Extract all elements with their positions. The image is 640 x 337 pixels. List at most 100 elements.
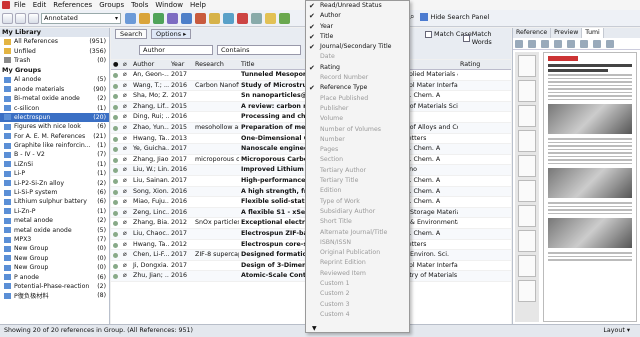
page-thumbnail[interactable]: [518, 255, 536, 277]
attachment-icon[interactable]: ⌀: [121, 144, 131, 154]
read-status-dot-icon[interactable]: [111, 144, 121, 154]
online-search-icon[interactable]: [15, 12, 26, 24]
group-item[interactable]: Li-Zn-P (1): [0, 207, 109, 216]
attachment-icon[interactable]: ⌀: [121, 102, 131, 112]
menu-edit[interactable]: Edit: [33, 1, 47, 9]
pdf-thumbnails[interactable]: [515, 52, 539, 322]
page-thumbnail[interactable]: [518, 205, 536, 227]
group-item[interactable]: MPX3 (7): [0, 235, 109, 244]
insert-citation-word-icon[interactable]: [223, 12, 234, 24]
column-option[interactable]: ✔ Author: [306, 11, 409, 21]
read-status-dot-icon[interactable]: [111, 165, 121, 175]
menu-file[interactable]: File: [14, 1, 26, 9]
group-item[interactable]: metal oxide anode (5): [0, 225, 109, 234]
read-status-dot-icon[interactable]: [111, 197, 121, 207]
group-item[interactable]: B - IV - V2 (7): [0, 150, 109, 159]
column-header-rating[interactable]: Rating: [458, 60, 488, 69]
format-bibliography-icon[interactable]: [139, 12, 150, 24]
group-item[interactable]: Bi-metal oxide anode (2): [0, 94, 109, 103]
zoom-icon[interactable]: [606, 39, 614, 48]
attachment-icon[interactable]: ⌀: [121, 70, 131, 80]
attachment-icon[interactable]: ⌀: [121, 112, 131, 122]
group-item[interactable]: New Group (0): [0, 263, 109, 272]
menu-window[interactable]: Window: [155, 1, 183, 9]
page-thumbnail[interactable]: [518, 80, 536, 102]
search-button[interactable]: Search: [115, 29, 148, 39]
email-icon[interactable]: [554, 39, 562, 48]
output-style-select[interactable]: Annotated: [41, 12, 121, 24]
tab-preview[interactable]: Preview: [551, 28, 583, 38]
group-item[interactable]: New Group (0): [0, 254, 109, 263]
attachment-icon[interactable]: ⌀: [121, 197, 131, 207]
column-option[interactable]: ✔ Rating: [306, 63, 409, 73]
group-item[interactable]: anode materials (90): [0, 85, 109, 94]
prev-page-icon[interactable]: [567, 39, 575, 48]
attachment-icon[interactable]: ⌀: [121, 134, 131, 144]
group-item[interactable]: Li-P (1): [0, 169, 109, 178]
open-link-icon[interactable]: [195, 12, 206, 24]
column-option[interactable]: ✔ Year: [306, 22, 409, 32]
match-words-checkbox[interactable]: Match Words: [463, 30, 511, 46]
library-item[interactable]: Unfiled (356): [0, 46, 109, 55]
read-status-dot-icon[interactable]: [111, 229, 121, 239]
save-pdf-icon[interactable]: [528, 39, 536, 48]
attachment-icon[interactable]: ⌀: [121, 208, 131, 218]
layout-button[interactable]: Layout ▾: [603, 325, 630, 337]
page-thumbnail[interactable]: [518, 280, 536, 302]
read-status-dot-icon[interactable]: [111, 176, 121, 186]
group-item[interactable]: Figures with nice look (6): [0, 122, 109, 131]
group-item[interactable]: Potential-Phase-reaction (2): [0, 282, 109, 291]
search-icon[interactable]: ⌕: [410, 12, 414, 22]
attachment-icon[interactable]: ⌀: [121, 91, 131, 101]
attachment-icon[interactable]: ⌀: [121, 155, 131, 165]
group-item[interactable]: metal anode (2): [0, 216, 109, 225]
page-thumbnail[interactable]: [518, 55, 536, 77]
attachment-icon[interactable]: ⌀: [121, 250, 131, 260]
integrated-library-icon[interactable]: [28, 12, 39, 24]
read-status-dot-icon[interactable]: [111, 218, 121, 228]
group-item[interactable]: For A. E. M. References (21): [0, 132, 109, 141]
insert-citation-icon[interactable]: [125, 12, 136, 24]
attachment-column-icon[interactable]: ⌀: [121, 60, 131, 69]
read-status-dot-icon[interactable]: [111, 134, 121, 144]
read-status-dot-icon[interactable]: [111, 91, 121, 101]
column-option[interactable]: ✔ Read/Unread Status: [306, 1, 409, 11]
attachment-icon[interactable]: ⌀: [121, 81, 131, 91]
attachment-icon[interactable]: ⌀: [121, 240, 131, 250]
attachment-icon[interactable]: ⌀: [121, 176, 131, 186]
attachment-icon[interactable]: ⌀: [121, 229, 131, 239]
search-operator-select[interactable]: Contains: [217, 45, 301, 55]
group-item[interactable]: Li-P2-Si-Zn alloy (2): [0, 178, 109, 187]
page-thumbnail[interactable]: [518, 180, 536, 202]
group-item[interactable]: electrospun (20): [0, 112, 109, 123]
group-item[interactable]: P anode (6): [0, 272, 109, 281]
menu-tools[interactable]: Tools: [131, 1, 148, 9]
page-thumbnail[interactable]: [518, 155, 536, 177]
scroll-down-arrow-icon[interactable]: ▼: [312, 325, 317, 332]
my-groups-header[interactable]: My Groups: [0, 65, 109, 75]
page-thumbnail[interactable]: [518, 130, 536, 152]
group-item[interactable]: Lithium sulphur battery (6): [0, 197, 109, 206]
tab-reference[interactable]: Reference: [513, 28, 552, 38]
column-header-research-notes[interactable]: Research Notes: [193, 60, 239, 69]
read-status-dot-icon[interactable]: [111, 261, 121, 271]
attachment-icon[interactable]: ⌀: [121, 261, 131, 271]
page-thumbnail[interactable]: [518, 230, 536, 252]
open-file-icon[interactable]: [209, 12, 220, 24]
read-status-dot-icon[interactable]: [111, 250, 121, 260]
attachment-icon[interactable]: ⌀: [121, 271, 131, 281]
pdf-page-view[interactable]: [543, 52, 637, 322]
local-library-icon[interactable]: [2, 12, 13, 24]
read-status-dot-icon[interactable]: [111, 112, 121, 122]
column-header-author[interactable]: Author: [131, 60, 169, 69]
read-status-dot-icon[interactable]: [111, 187, 121, 197]
read-status-column-icon[interactable]: ●: [111, 60, 121, 69]
online-search-button-icon[interactable]: [153, 12, 164, 24]
new-reference-icon[interactable]: [167, 12, 178, 24]
tab-pdf[interactable]: Tumi: [582, 28, 604, 38]
column-header-year[interactable]: Year: [169, 60, 193, 69]
next-page-icon[interactable]: [580, 39, 588, 48]
group-item[interactable]: c-silicon (1): [0, 103, 109, 112]
read-status-dot-icon[interactable]: [111, 70, 121, 80]
menu-references[interactable]: References: [53, 1, 92, 9]
